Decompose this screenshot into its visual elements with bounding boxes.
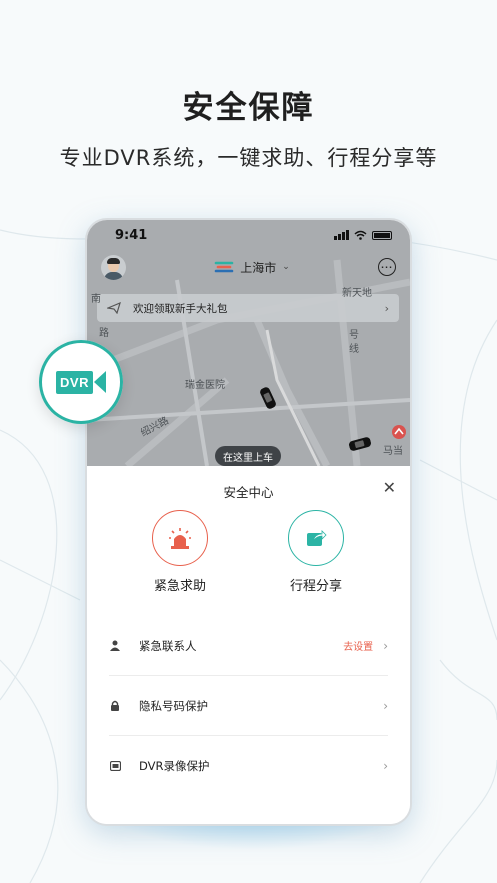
headline: 安全保障 [182,90,315,126]
chevron-right-icon: › [383,638,388,653]
pickup-tag[interactable]: 在这里上车 [215,446,281,466]
status-bar: 9:41 [87,220,410,250]
emergency-circle [152,510,208,566]
emergency-help-label: 紧急求助 [153,579,206,594]
chevron-right-icon: › [384,301,389,315]
safety-options-list: 紧急联系人 去设置 › 隐私号码保护 › DVR录像保护 › [87,616,410,796]
list-item-label: DVR录像保护 [139,759,210,773]
top-bar: 上海市 ⌄ ··· [87,252,410,282]
list-item-label: 隐私号码保护 [139,698,208,713]
wifi-icon [354,230,367,240]
metro-icon [392,425,406,439]
map-label-eastside: 号 [349,330,359,341]
map-label-xintiandi: 新天地 [342,288,372,299]
safety-center-sheet: 安全中心 ✕ 紧急求助 行程分享 紧急联系人 去设置 › 隐私号码保护 › DV… [87,466,410,824]
trip-share-button[interactable]: 行程分享 [271,510,361,594]
chevron-right-icon: › [383,759,388,773]
list-item-dvr-protection[interactable]: DVR录像保护 › [109,736,388,796]
chevron-down-icon: ⌄ [282,262,290,272]
message-icon[interactable]: ··· [378,258,396,276]
map-label-xian: 线 [349,344,359,355]
list-item-emergency-contact[interactable]: 紧急联系人 去设置 › [109,616,388,676]
chevron-right-icon: › [383,698,388,713]
emergency-help-button[interactable]: 紧急求助 [135,510,225,594]
dvr-badge-text: DVR [56,370,93,394]
city-selector[interactable]: 上海市 ⌄ [214,259,290,276]
setup-link[interactable]: 去设置 [343,638,373,653]
close-icon[interactable]: ✕ [383,478,396,497]
map-view[interactable]: 9:41 上海市 ⌄ ··· 欢迎领取新手大礼包 › 路 南 新天地 号 线 瑞… [87,220,410,466]
map-label-nan: 南 [91,294,101,305]
share-icon [307,530,327,546]
person-icon [109,640,121,652]
phone-mockup: 9:41 上海市 ⌄ ··· 欢迎领取新手大礼包 › 路 南 新天地 号 线 瑞… [87,220,410,824]
trip-share-label: 行程分享 [289,579,342,594]
avatar[interactable] [101,254,126,280]
sheet-title: 安全中心 [223,485,274,500]
share-circle [288,510,344,566]
list-item-privacy-number[interactable]: 隐私号码保护 › [109,676,388,736]
city-name: 上海市 [240,260,277,275]
video-icon [109,760,121,772]
map-label-hospital: 瑞金医院 [185,380,225,391]
siren-icon [169,528,191,549]
map-label-road: 路 [99,328,109,339]
paper-plane-icon [107,302,121,314]
dvr-badge: DVR [39,340,123,424]
signal-icon [334,230,349,240]
map-label-madang: 马当 [383,446,403,457]
dvr-camera-icon: DVR [56,370,106,394]
list-item-label: 紧急联系人 [139,638,197,653]
lock-icon [109,700,121,712]
subheadline: 专业DVR系统，一键求助、行程分享等 [59,146,438,170]
promo-text: 欢迎领取新手大礼包 [133,302,228,315]
battery-icon [372,230,392,240]
brand-logo-icon [214,261,234,273]
status-time: 9:41 [115,227,148,243]
